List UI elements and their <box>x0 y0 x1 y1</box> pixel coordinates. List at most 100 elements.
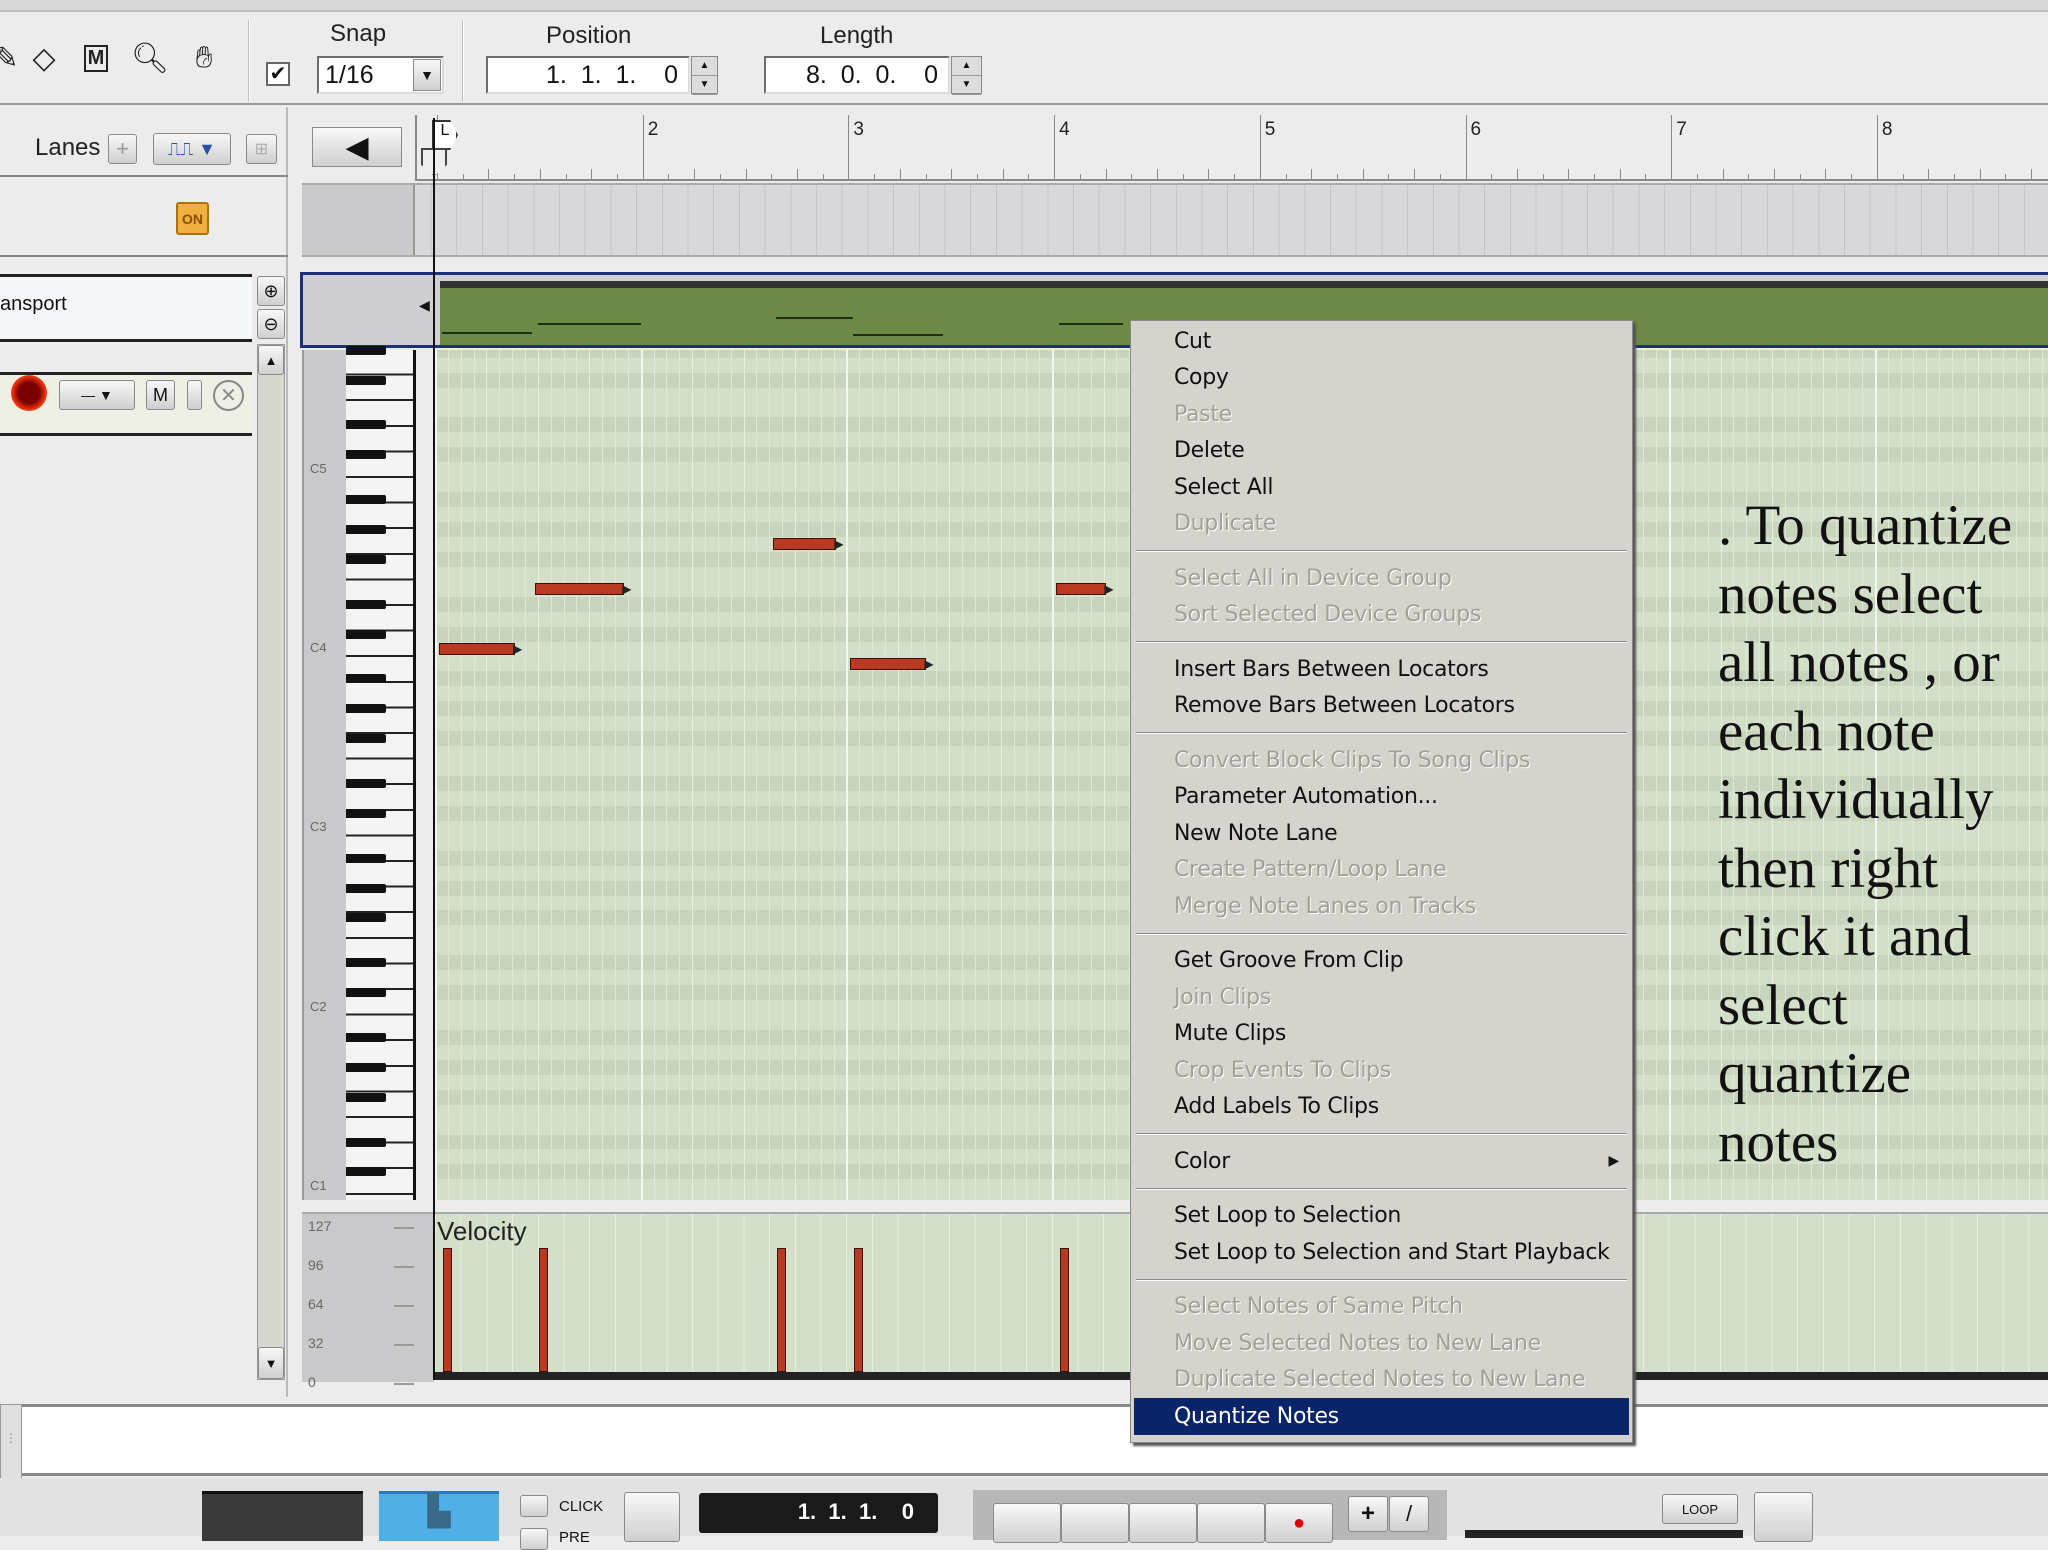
snap-checkbox[interactable]: ✔ <box>266 62 290 86</box>
black-key[interactable] <box>346 988 386 998</box>
add-marker-icon[interactable]: + <box>1348 1496 1388 1532</box>
zoom-out-icon[interactable]: ⊖ <box>257 309 285 339</box>
black-key[interactable] <box>346 420 386 430</box>
length-field[interactable]: 8. 0. 0. 0 <box>764 56 950 94</box>
menu-item-insert-bars-between-locators[interactable]: Insert Bars Between Locators <box>1134 651 1629 688</box>
black-key[interactable] <box>346 554 386 564</box>
click-checkbox[interactable] <box>520 1495 548 1517</box>
midi-note[interactable] <box>1056 583 1107 596</box>
black-key[interactable] <box>346 1137 386 1147</box>
rewind-button[interactable] <box>993 1503 1061 1543</box>
menu-item-select-all[interactable]: Select All <box>1134 469 1629 506</box>
black-key[interactable] <box>346 1032 386 1042</box>
length-spinner[interactable]: ▲ ▼ <box>951 56 982 95</box>
menu-item-set-loop-to-selection-and-start-playback[interactable]: Set Loop to Selection and Start Playback <box>1134 1234 1629 1271</box>
note-resize-handle-icon[interactable]: ▶ <box>513 642 522 656</box>
on-button[interactable]: ON <box>176 202 209 235</box>
record-button[interactable]: ● <box>1265 1503 1333 1543</box>
zoom-in-icon[interactable]: ⊕ <box>257 276 285 306</box>
note-resize-handle-icon[interactable]: ▶ <box>924 657 933 671</box>
black-key[interactable] <box>346 734 386 744</box>
vertical-scrollbar[interactable]: ▲ ▼ <box>257 344 285 1380</box>
pencil-icon[interactable]: ✎ <box>0 38 26 78</box>
track-dropdown[interactable]: — ▼ <box>59 380 135 410</box>
stop-button[interactable] <box>1129 1503 1197 1543</box>
timeline-ruler[interactable]: 2 3 4 5 6 7 8 <box>415 115 2048 181</box>
menu-item-set-loop-to-selection[interactable]: Set Loop to Selection <box>1134 1198 1629 1235</box>
menu-item-new-note-lane[interactable]: New Note Lane <box>1134 815 1629 852</box>
position-field[interactable]: 1. 1. 1. 0 <box>486 56 690 94</box>
midi-note[interactable] <box>773 538 837 551</box>
sub-tick <box>462 174 464 179</box>
black-key[interactable] <box>346 778 386 788</box>
scroll-left-button[interactable]: ◀ <box>312 127 402 167</box>
velocity-bar[interactable] <box>854 1247 864 1372</box>
midi-note[interactable] <box>535 583 625 596</box>
mode-button[interactable]: ▙ <box>379 1491 499 1541</box>
solo-button[interactable] <box>187 380 202 410</box>
menu-item-parameter-automation[interactable]: Parameter Automation... <box>1134 779 1629 816</box>
lane-type-dropdown[interactable]: ⎍⎍ ▼ <box>153 133 231 165</box>
scroll-up-icon[interactable]: ▲ <box>258 345 284 375</box>
black-key[interactable] <box>346 450 386 460</box>
midi-note[interactable] <box>439 643 515 655</box>
black-key[interactable] <box>346 958 386 968</box>
delete-track-icon[interactable]: ✕ <box>213 380 244 411</box>
eraser-icon[interactable]: ◇ <box>24 38 64 78</box>
hand-icon[interactable]: ✋︎ <box>184 38 224 78</box>
black-key[interactable] <box>346 913 386 923</box>
magnify-icon[interactable]: 🔍︎ <box>130 38 170 78</box>
track-header[interactable]: ansport <box>0 274 252 342</box>
pencil-marker-icon[interactable]: / <box>1389 1496 1429 1532</box>
menu-item-quantize-notes[interactable]: Quantize Notes <box>1134 1398 1629 1435</box>
menu-item-mute-clips[interactable]: Mute Clips <box>1134 1016 1629 1053</box>
black-key[interactable] <box>346 1167 386 1177</box>
menu-item-color[interactable]: Color ▶ <box>1134 1143 1629 1180</box>
mute-button[interactable]: M <box>146 380 175 410</box>
black-key[interactable] <box>346 808 386 818</box>
velocity-bar[interactable] <box>539 1247 549 1372</box>
velocity-bar[interactable] <box>443 1247 452 1372</box>
scroll-down-icon[interactable]: ▼ <box>258 1347 284 1379</box>
note-resize-handle-icon[interactable]: ▶ <box>1104 582 1113 596</box>
record-enable-button[interactable] <box>11 375 47 411</box>
panel-resize-handle[interactable]: ⋮ <box>0 1404 22 1480</box>
black-key[interactable] <box>346 495 386 505</box>
add-lane-button[interactable]: + <box>108 134 137 164</box>
snap-dropdown[interactable]: 1/16 ▼ <box>317 56 444 94</box>
note-resize-handle-icon[interactable]: ▶ <box>834 537 843 551</box>
menu-item-delete[interactable]: Delete <box>1134 433 1629 470</box>
velocity-bar[interactable] <box>1060 1247 1070 1372</box>
black-key[interactable] <box>346 883 386 893</box>
note-resize-handle-icon[interactable]: ▶ <box>622 582 631 596</box>
black-key[interactable] <box>346 345 386 355</box>
black-key[interactable] <box>346 1062 386 1072</box>
pre-checkbox[interactable] <box>520 1528 548 1550</box>
midi-note[interactable] <box>850 657 927 670</box>
black-key[interactable] <box>346 525 386 534</box>
velocity-bar[interactable] <box>777 1247 787 1372</box>
menu-item-remove-bars-between-locators[interactable]: Remove Bars Between Locators <box>1134 688 1629 725</box>
song-position-display[interactable]: 1. 1. 1. 0 <box>699 1493 938 1533</box>
black-key[interactable] <box>346 674 386 684</box>
grid-button[interactable]: ⊞ <box>246 134 277 164</box>
black-key[interactable] <box>346 599 386 609</box>
loop-toggle-button[interactable] <box>1754 1492 1813 1542</box>
mute-tool-icon[interactable]: M <box>76 38 116 78</box>
black-key[interactable] <box>346 704 386 714</box>
play-button[interactable] <box>1197 1503 1265 1543</box>
menu-item-add-labels-to-clips[interactable]: Add Labels To Clips <box>1134 1089 1629 1126</box>
loop-button[interactable]: LOOP <box>1662 1494 1738 1524</box>
black-key[interactable] <box>346 375 386 385</box>
fast-forward-button[interactable] <box>1061 1503 1129 1543</box>
menu-item-copy[interactable]: Copy <box>1134 360 1629 397</box>
tempo-button[interactable] <box>624 1492 680 1542</box>
piano-keyboard[interactable] <box>346 345 416 1200</box>
menu-item-get-groove-from-clip[interactable]: Get Groove From Clip <box>1134 943 1629 980</box>
menu-item-cut[interactable]: Cut <box>1134 323 1629 360</box>
black-key[interactable] <box>346 853 386 863</box>
black-key[interactable] <box>346 1092 386 1102</box>
position-spinner[interactable]: ▲ ▼ <box>691 56 718 95</box>
chevron-down-icon[interactable]: ▼ <box>413 59 441 91</box>
black-key[interactable] <box>346 629 386 639</box>
